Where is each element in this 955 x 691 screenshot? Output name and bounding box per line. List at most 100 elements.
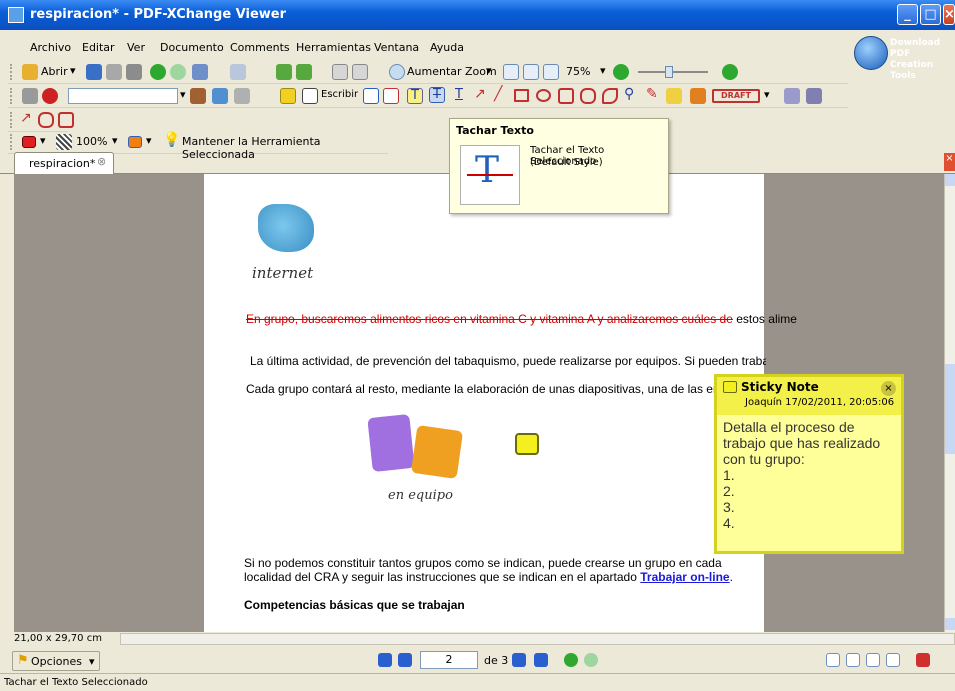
- text-callout-icon[interactable]: [383, 88, 399, 104]
- stamp-icon[interactable]: [190, 88, 206, 104]
- undo-icon[interactable]: [192, 64, 208, 80]
- note-icon[interactable]: [280, 88, 296, 104]
- arrow-icon[interactable]: ↗: [474, 86, 486, 102]
- struck-text[interactable]: En grupo, buscaremos alimentos ricos en …: [246, 312, 733, 326]
- nav-forward-icon[interactable]: [584, 653, 598, 667]
- tab-respiracion[interactable]: respiracion* ⊗: [14, 152, 114, 174]
- horizontal-scrollbar[interactable]: [120, 633, 955, 645]
- zoom-value[interactable]: 75%: [566, 65, 590, 78]
- open-icon[interactable]: [22, 64, 38, 80]
- options-button[interactable]: ⚑ Opciones ▾: [12, 651, 100, 671]
- line-icon[interactable]: ╱: [494, 86, 502, 102]
- scroll-down-icon[interactable]: [945, 618, 955, 630]
- zoom-out-icon[interactable]: [613, 64, 629, 80]
- typewriter-icon[interactable]: [234, 88, 250, 104]
- maximize-button[interactable]: □: [920, 4, 941, 25]
- search-dropdown-icon[interactable]: ▾: [180, 88, 186, 101]
- highlight-text-icon[interactable]: T: [407, 88, 423, 104]
- menu-ver[interactable]: Ver: [127, 41, 145, 54]
- continuous-icon[interactable]: [846, 653, 860, 667]
- scroll-up-icon[interactable]: [945, 174, 955, 186]
- nav-back-icon[interactable]: [564, 653, 578, 667]
- menu-herramientas[interactable]: Herramientas: [296, 41, 371, 54]
- page-input[interactable]: 2: [420, 651, 478, 669]
- search-input[interactable]: [68, 88, 178, 104]
- sticky-note-body[interactable]: Detalla el proceso de trabajo que has re…: [723, 419, 880, 531]
- print-icon[interactable]: [106, 64, 122, 80]
- rotate-left-icon[interactable]: [276, 64, 292, 80]
- pdf-page[interactable]: internet En grupo, buscaremos alimentos …: [204, 174, 797, 632]
- zoom-in-label[interactable]: Aumentar Zoom: [407, 65, 497, 78]
- last-page-icon[interactable]: [534, 653, 548, 667]
- line-color-icon[interactable]: [128, 136, 142, 148]
- zoom-dropdown-icon[interactable]: ▾: [486, 64, 492, 77]
- redo-icon[interactable]: [230, 64, 246, 80]
- sticky-note-header[interactable]: Sticky Note Joaquín 17/02/2011, 20:05:06…: [717, 377, 901, 415]
- distance-icon[interactable]: ↗: [20, 110, 32, 126]
- opacity-dropdown-icon[interactable]: ▾: [112, 134, 118, 147]
- zoom-slider-thumb[interactable]: [665, 66, 673, 78]
- open-dropdown-icon[interactable]: ▾: [70, 64, 76, 77]
- hand-tool-icon[interactable]: [332, 64, 348, 80]
- menu-documento[interactable]: Documento: [160, 41, 224, 54]
- menu-ventana[interactable]: Ventana: [374, 41, 419, 54]
- trabajar-online-link[interactable]: Trabajar on-line: [640, 570, 729, 584]
- tab-close-icon[interactable]: ⊗: [97, 155, 106, 168]
- first-page-icon[interactable]: [378, 653, 392, 667]
- pencil-icon[interactable]: ✎: [646, 86, 658, 102]
- draft-dropdown-icon[interactable]: ▾: [764, 88, 770, 101]
- glasses-icon[interactable]: [22, 88, 38, 104]
- strikeout-text-icon[interactable]: T: [429, 87, 445, 103]
- zoom-slider[interactable]: [638, 71, 708, 73]
- sticky-close-icon[interactable]: ×: [881, 381, 896, 396]
- zoom-in-icon[interactable]: [389, 64, 405, 80]
- facing-icon[interactable]: [866, 653, 880, 667]
- perimeter-icon[interactable]: [38, 112, 54, 128]
- menu-editar[interactable]: Editar: [82, 41, 115, 54]
- underline-text-icon[interactable]: T: [451, 88, 467, 104]
- polyline-icon[interactable]: [580, 88, 596, 104]
- close-document-icon[interactable]: ×: [944, 153, 955, 171]
- menu-comments[interactable]: Comments: [230, 41, 290, 54]
- fill-color-dropdown-icon[interactable]: ▾: [40, 134, 46, 147]
- continuous-facing-icon[interactable]: [886, 653, 900, 667]
- stamp-tool-icon[interactable]: [690, 88, 706, 104]
- zoom-plus-icon[interactable]: [722, 64, 738, 80]
- previous-page-icon[interactable]: [398, 653, 412, 667]
- close-button[interactable]: ×: [943, 4, 955, 25]
- sticky-note-popup[interactable]: Sticky Note Joaquín 17/02/2011, 20:05:06…: [714, 374, 904, 554]
- textbox-icon[interactable]: [302, 88, 318, 104]
- forward-icon[interactable]: [170, 64, 186, 80]
- single-page-icon[interactable]: [826, 653, 840, 667]
- email-icon[interactable]: [126, 64, 142, 80]
- actual-size-icon[interactable]: [543, 64, 559, 80]
- open-label[interactable]: Abrir: [41, 65, 68, 78]
- settings-icon[interactable]: [916, 653, 930, 667]
- fill-color-icon[interactable]: [22, 136, 36, 148]
- area-icon[interactable]: [58, 112, 74, 128]
- callout-icon[interactable]: [363, 88, 379, 104]
- vertical-scrollbar[interactable]: [944, 174, 955, 632]
- next-page-icon[interactable]: [512, 653, 526, 667]
- write-label[interactable]: Escribir: [321, 89, 358, 100]
- select-text-icon[interactable]: [352, 64, 368, 80]
- minimize-button[interactable]: _: [897, 4, 918, 25]
- draft-stamp[interactable]: DRAFT: [712, 89, 760, 103]
- save-icon[interactable]: [86, 64, 102, 80]
- stop-icon[interactable]: [42, 88, 58, 104]
- menu-ayuda[interactable]: Ayuda: [430, 41, 464, 54]
- fit-page-icon[interactable]: [523, 64, 539, 80]
- sound-icon[interactable]: [806, 88, 822, 104]
- rectangle-icon[interactable]: [514, 89, 529, 102]
- attach-icon[interactable]: [784, 88, 800, 104]
- cloud-icon[interactable]: [602, 88, 618, 104]
- fit-width-icon[interactable]: [503, 64, 519, 80]
- ellipse-icon[interactable]: [536, 89, 551, 102]
- line-color-dropdown-icon[interactable]: ▾: [146, 134, 152, 147]
- note-marker-icon[interactable]: [515, 433, 539, 455]
- zoom-value-dropdown-icon[interactable]: ▾: [600, 64, 606, 77]
- stamp2-icon[interactable]: [212, 88, 228, 104]
- rotate-right-icon[interactable]: [296, 64, 312, 80]
- menu-archivo[interactable]: Archivo: [30, 41, 71, 54]
- scroll-thumb[interactable]: [945, 364, 955, 454]
